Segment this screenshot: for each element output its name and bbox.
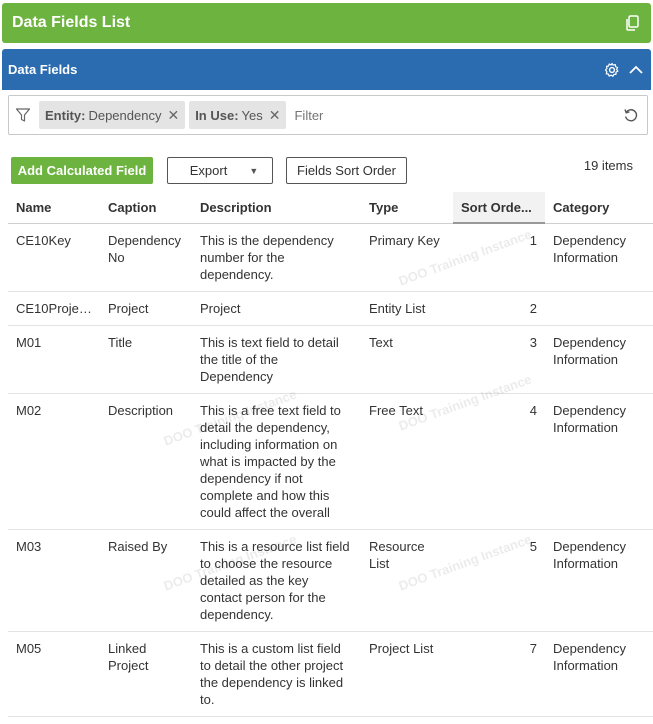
chip-label: Entity: — [45, 107, 86, 123]
cell-sort-order: 2 — [453, 291, 545, 326]
chip-value: Yes — [241, 107, 263, 123]
cell-description: This is a resource list field to choose … — [192, 529, 361, 632]
reset-icon[interactable] — [621, 107, 641, 123]
filter-input[interactable] — [292, 106, 621, 124]
cell-description: This is a free text field to detail the … — [192, 393, 361, 530]
filter-chip-entity: Entity: Dependency ✕ — [39, 101, 186, 129]
table-row[interactable]: CE10Key Dependency No This is the depend… — [8, 223, 653, 292]
chevron-up-icon[interactable] — [627, 61, 645, 79]
cell-caption: Project — [100, 291, 192, 326]
top-bar: Data Fields List — [2, 3, 651, 43]
cell-caption: Raised By — [100, 529, 192, 632]
cell-category: Dependency Information — [545, 223, 653, 292]
cell-caption: Description — [100, 393, 192, 530]
cell-caption: Linked Project — [100, 631, 192, 717]
toolbar: Add Calculated Field Export ▼ Fields Sor… — [10, 155, 650, 187]
column-header-caption[interactable]: Caption — [100, 192, 192, 224]
caret-down-icon: ▼ — [249, 165, 259, 176]
column-header-sort-order[interactable]: Sort Orde... — [453, 192, 545, 224]
panel-header: Data Fields — [2, 49, 651, 90]
cell-description: This is a custom list field to detail th… — [192, 631, 361, 717]
cell-type: Entity List — [361, 291, 453, 326]
close-icon[interactable]: ✕ — [167, 107, 179, 124]
cell-description: This is text field to detail the title o… — [192, 325, 361, 394]
items-count: 19 items — [583, 158, 633, 173]
column-header-category[interactable]: Category — [545, 192, 653, 224]
table-header-row: Name Caption Description Type Sort Orde.… — [8, 192, 653, 224]
cell-type: Primary Key — [361, 223, 453, 292]
cell-sort-order: 4 — [453, 393, 545, 530]
fields-sort-order-button[interactable]: Fields Sort Order — [286, 157, 407, 184]
table-row[interactable]: M01 Title This is text field to detail t… — [8, 325, 653, 394]
cell-category: Dependency Information — [545, 631, 653, 717]
column-header-type[interactable]: Type — [361, 192, 453, 224]
table-row[interactable]: CE10Projec... Project Project Entity Lis… — [8, 291, 653, 326]
cell-sort-order: 1 — [453, 223, 545, 292]
panel-title: Data Fields — [8, 62, 78, 77]
filter-bar: Entity: Dependency ✕ In Use: Yes ✕ — [8, 95, 648, 135]
cell-name: M01 — [8, 325, 100, 394]
column-header-name[interactable]: Name — [8, 192, 100, 224]
copy-icon[interactable] — [623, 14, 641, 32]
cell-caption: Dependency No — [100, 223, 192, 292]
cell-category: Dependency Information — [545, 529, 653, 632]
cell-type: Free Text — [361, 393, 453, 530]
close-icon[interactable]: ✕ — [269, 107, 281, 124]
cell-description: This is the dependency number for the de… — [192, 223, 361, 292]
cell-category: Dependency Information — [545, 393, 653, 530]
chip-label: In Use: — [195, 107, 239, 123]
filter-icon — [15, 107, 35, 123]
cell-sort-order: 5 — [453, 529, 545, 632]
add-calculated-field-button[interactable]: Add Calculated Field — [11, 157, 153, 184]
cell-name: CE10Projec... — [8, 291, 100, 326]
cell-name: M03 — [8, 529, 100, 632]
cell-description: Project — [192, 291, 361, 326]
filter-chip-in-use: In Use: Yes ✕ — [189, 101, 287, 129]
cell-type: Resource List — [361, 529, 453, 632]
cell-name: CE10Key — [8, 223, 100, 292]
gear-icon[interactable] — [603, 61, 621, 79]
cell-category — [545, 291, 653, 326]
table-row[interactable]: M03 Raised By This is a resource list fi… — [8, 529, 653, 632]
cell-sort-order: 7 — [453, 631, 545, 717]
column-header-description[interactable]: Description — [192, 192, 361, 224]
cell-type: Project List — [361, 631, 453, 717]
export-button[interactable]: Export ▼ — [167, 157, 273, 184]
cell-name: M02 — [8, 393, 100, 530]
cell-type: Text — [361, 325, 453, 394]
export-label: Export — [189, 163, 228, 178]
chip-value: Dependency — [88, 107, 162, 123]
data-fields-table: Name Caption Description Type Sort Orde.… — [8, 192, 653, 717]
cell-name: M05 — [8, 631, 100, 717]
cell-sort-order: 3 — [453, 325, 545, 394]
cell-caption: Title — [100, 325, 192, 394]
table-row[interactable]: M05 Linked Project This is a custom list… — [8, 631, 653, 717]
page-title: Data Fields List — [12, 14, 131, 31]
cell-category: Dependency Information — [545, 325, 653, 394]
table-row[interactable]: M02 Description This is a free text fiel… — [8, 393, 653, 530]
